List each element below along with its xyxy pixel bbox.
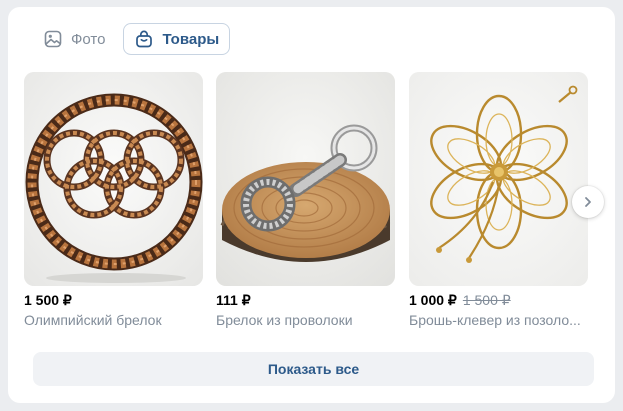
product-photo-wire-keychain[interactable] [216, 72, 395, 286]
product-card[interactable]: 1 000 ₽ 1 500 ₽ Брошь-клевер из позоло..… [409, 72, 588, 328]
product-name[interactable]: Олимпийский брелок [24, 312, 203, 328]
product-photo-olympic-keychain[interactable] [24, 72, 203, 286]
product-price: 1 000 ₽ [409, 292, 457, 308]
product-name[interactable]: Брелок из проволоки [216, 312, 395, 328]
product-price: 111 ₽ [216, 292, 251, 308]
chevron-right-icon [585, 197, 591, 207]
tab-products[interactable]: Товары [123, 23, 231, 55]
show-all-button[interactable]: Показать все [33, 352, 594, 386]
product-old-price: 1 500 ₽ [462, 292, 511, 308]
product-card[interactable]: 1 500 ₽ Олимпийский брелок [24, 72, 203, 328]
product-photo-clover-brooch[interactable] [409, 72, 588, 286]
tab-products-label: Товары [162, 30, 220, 48]
product-card[interactable]: 111 ₽ Брелок из проволоки [216, 72, 395, 328]
tab-bar: Фото Товары [34, 23, 231, 55]
product-name[interactable]: Брошь-клевер из позоло... [409, 312, 588, 328]
shopping-bag-icon [136, 30, 153, 48]
tab-photos[interactable]: Фото [34, 23, 115, 55]
image-icon [44, 30, 62, 48]
tab-photos-label: Фото [71, 30, 106, 48]
carousel-next-button[interactable] [572, 186, 604, 218]
product-price: 1 500 ₽ [24, 292, 72, 308]
